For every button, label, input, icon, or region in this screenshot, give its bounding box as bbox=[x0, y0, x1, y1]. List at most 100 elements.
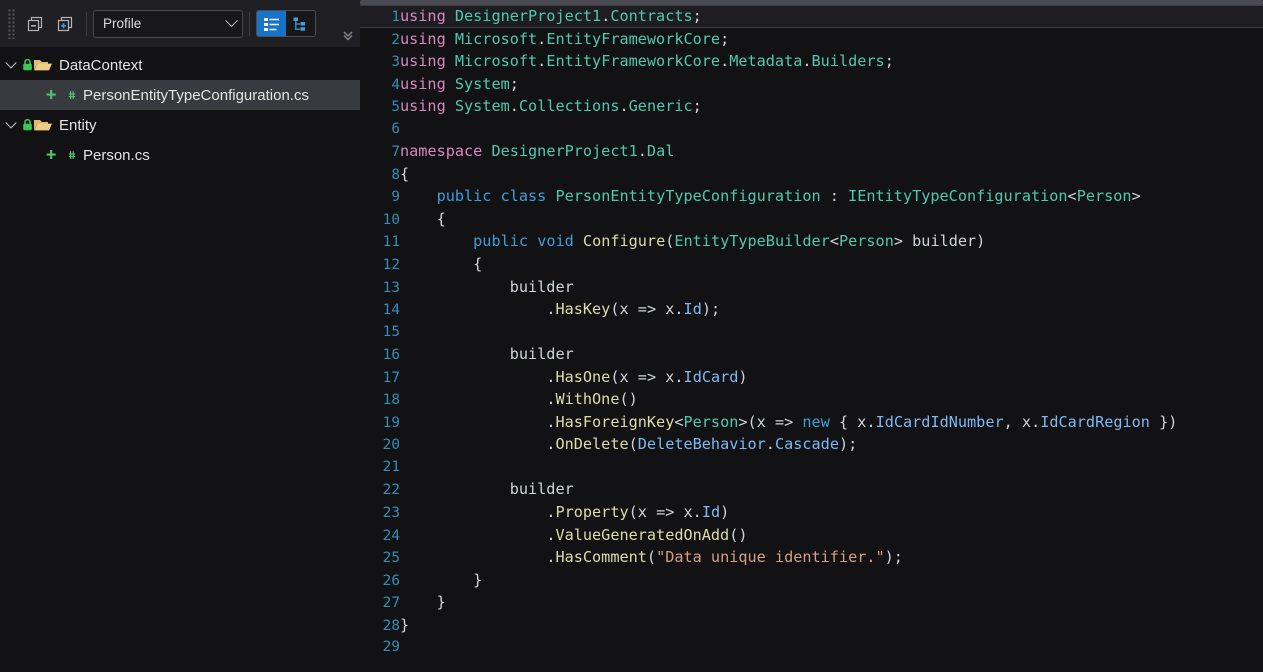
code-token: public bbox=[436, 187, 492, 206]
code-token: using bbox=[400, 97, 446, 116]
code-token: class bbox=[500, 187, 547, 206]
code-line[interactable]: 26 } bbox=[360, 569, 1263, 592]
code-line[interactable]: 8{ bbox=[360, 163, 1263, 186]
code-line-text: .WithOne() bbox=[400, 388, 637, 411]
code-token: { bbox=[473, 255, 483, 274]
code-line[interactable]: 2 using Microsoft.EntityFrameworkCore; bbox=[360, 28, 1263, 51]
code-token: Person bbox=[683, 412, 739, 431]
collapse-all-button[interactable] bbox=[22, 11, 48, 37]
code-token: }) bbox=[1149, 412, 1178, 431]
lock-icon bbox=[23, 118, 32, 131]
tree-item-person-cs[interactable]: Person.cs bbox=[0, 140, 360, 170]
code-token: HasComment bbox=[555, 548, 647, 567]
code-token: ; bbox=[509, 74, 519, 93]
code-line[interactable]: 5 using System.Collections.Generic; bbox=[360, 95, 1263, 118]
tree-item-label: Entity bbox=[59, 116, 97, 134]
code-line[interactable]: 13 builder bbox=[360, 276, 1263, 299]
line-number: 4 bbox=[391, 76, 400, 93]
line-number: 3 bbox=[391, 54, 400, 71]
code-token: HasOne bbox=[555, 367, 611, 386]
code-token: Property bbox=[555, 503, 629, 522]
code-line[interactable]: 10 { bbox=[360, 208, 1263, 231]
code-line[interactable]: 22 builder bbox=[360, 478, 1263, 501]
line-number: 20 bbox=[382, 437, 400, 454]
code-line-text: using System.Collections.Generic; bbox=[400, 95, 702, 118]
line-number: 14 bbox=[382, 302, 400, 319]
code-token: () bbox=[729, 525, 748, 544]
code-token: builder bbox=[509, 277, 574, 296]
code-line[interactable]: 14 .HasKey(x => x.Id); bbox=[360, 298, 1263, 321]
code-browser-window: Profile DataContext PersonEntityTypeConf… bbox=[0, 0, 1263, 672]
code-line[interactable]: 9 public class PersonEntityTypeConfigura… bbox=[360, 185, 1263, 208]
code-token: Microsoft bbox=[454, 29, 538, 48]
file-tree[interactable]: DataContext PersonEntityTypeConfiguration… bbox=[0, 47, 360, 672]
code-line[interactable]: 19 .HasForeignKey<Person>(x => new { x.I… bbox=[360, 411, 1263, 434]
code-token: < bbox=[674, 412, 684, 431]
tree-item-personentitytypeconfiguration-cs[interactable]: PersonEntityTypeConfiguration.cs bbox=[0, 80, 360, 110]
code-line[interactable]: 18 .WithOne() bbox=[360, 388, 1263, 411]
tree-item-icon bbox=[46, 147, 77, 163]
tree-item-label: Person.cs bbox=[83, 146, 150, 164]
code-token: : bbox=[820, 187, 849, 206]
expand-all-icon bbox=[57, 16, 73, 31]
code-token: EntityFrameworkCore bbox=[546, 52, 721, 71]
code-token: using bbox=[400, 74, 446, 93]
code-token: => bbox=[628, 367, 666, 386]
code-line[interactable]: 4 using System; bbox=[360, 73, 1263, 96]
line-number: 12 bbox=[382, 257, 400, 274]
tree-item-entity[interactable]: Entity bbox=[0, 110, 360, 140]
toolbar-overflow-button[interactable] bbox=[340, 27, 356, 43]
code-token: => bbox=[646, 503, 684, 522]
line-number: 28 bbox=[382, 617, 400, 634]
code-line[interactable]: 28} bbox=[360, 614, 1263, 637]
hierarchy-view-button[interactable] bbox=[286, 11, 315, 36]
code-line[interactable]: 29 bbox=[360, 636, 1263, 659]
code-line[interactable]: 23 .Property(x => x.Id) bbox=[360, 501, 1263, 524]
folder-icon bbox=[34, 60, 52, 71]
code-line[interactable]: 20 .OnDelete(DeleteBehavior.Cascade); bbox=[360, 433, 1263, 456]
code-token: Microsoft bbox=[454, 52, 538, 71]
chevron-down-icon[interactable] bbox=[0, 50, 22, 80]
tree-item-datacontext[interactable]: DataContext bbox=[0, 50, 360, 80]
code-token: ); bbox=[838, 435, 858, 454]
code-line[interactable]: 16 builder bbox=[360, 343, 1263, 366]
code-line-text: using DesignerProject1.Contracts; bbox=[400, 5, 702, 28]
code-token: x bbox=[637, 503, 647, 522]
code-line[interactable]: 17 .HasOne(x => x.IdCard) bbox=[360, 366, 1263, 389]
code-line[interactable]: 21 bbox=[360, 456, 1263, 479]
code-token: IdCard bbox=[683, 367, 739, 386]
code-line-text: .HasOne(x => x.IdCard) bbox=[400, 366, 747, 389]
profile-dropdown[interactable]: Profile bbox=[93, 9, 243, 38]
code-token: . bbox=[692, 503, 702, 522]
code-token: < bbox=[1067, 187, 1077, 206]
code-line[interactable]: 12 { bbox=[360, 253, 1263, 276]
code-line[interactable]: 27 } bbox=[360, 591, 1263, 614]
toolbar-drag-handle[interactable] bbox=[6, 7, 17, 41]
code-line[interactable]: 7 namespace DesignerProject1.Dal bbox=[360, 140, 1263, 163]
flat-list-view-button[interactable] bbox=[257, 11, 286, 36]
chevron-down-icon[interactable] bbox=[0, 110, 22, 140]
code-token: { bbox=[400, 164, 410, 183]
code-line[interactable]: 15 bbox=[360, 321, 1263, 344]
code-line[interactable]: 24 .ValueGeneratedOnAdd() bbox=[360, 524, 1263, 547]
csharp-file-icon bbox=[60, 89, 76, 101]
tree-item-icon bbox=[22, 117, 53, 133]
code-editor[interactable]: 1 using DesignerProject1.Contracts; 2 using… bbox=[360, 0, 1263, 672]
code-line[interactable]: 6 bbox=[360, 118, 1263, 141]
expand-all-button[interactable] bbox=[52, 11, 78, 37]
code-token: builder bbox=[509, 480, 574, 499]
line-number: 5 bbox=[391, 99, 400, 116]
code-line[interactable]: 3 using Microsoft.EntityFrameworkCore.Met… bbox=[360, 50, 1263, 73]
code-token: "Data unique identifier." bbox=[656, 548, 885, 567]
code-line[interactable]: 1 using DesignerProject1.Contracts; bbox=[360, 5, 1263, 28]
code-line[interactable]: 11 public void Configure(EntityTypeBuild… bbox=[360, 230, 1263, 253]
code-content[interactable]: 1 using DesignerProject1.Contracts; 2 using… bbox=[360, 5, 1263, 672]
code-line[interactable]: 25 .HasComment("Data unique identifier."… bbox=[360, 546, 1263, 569]
